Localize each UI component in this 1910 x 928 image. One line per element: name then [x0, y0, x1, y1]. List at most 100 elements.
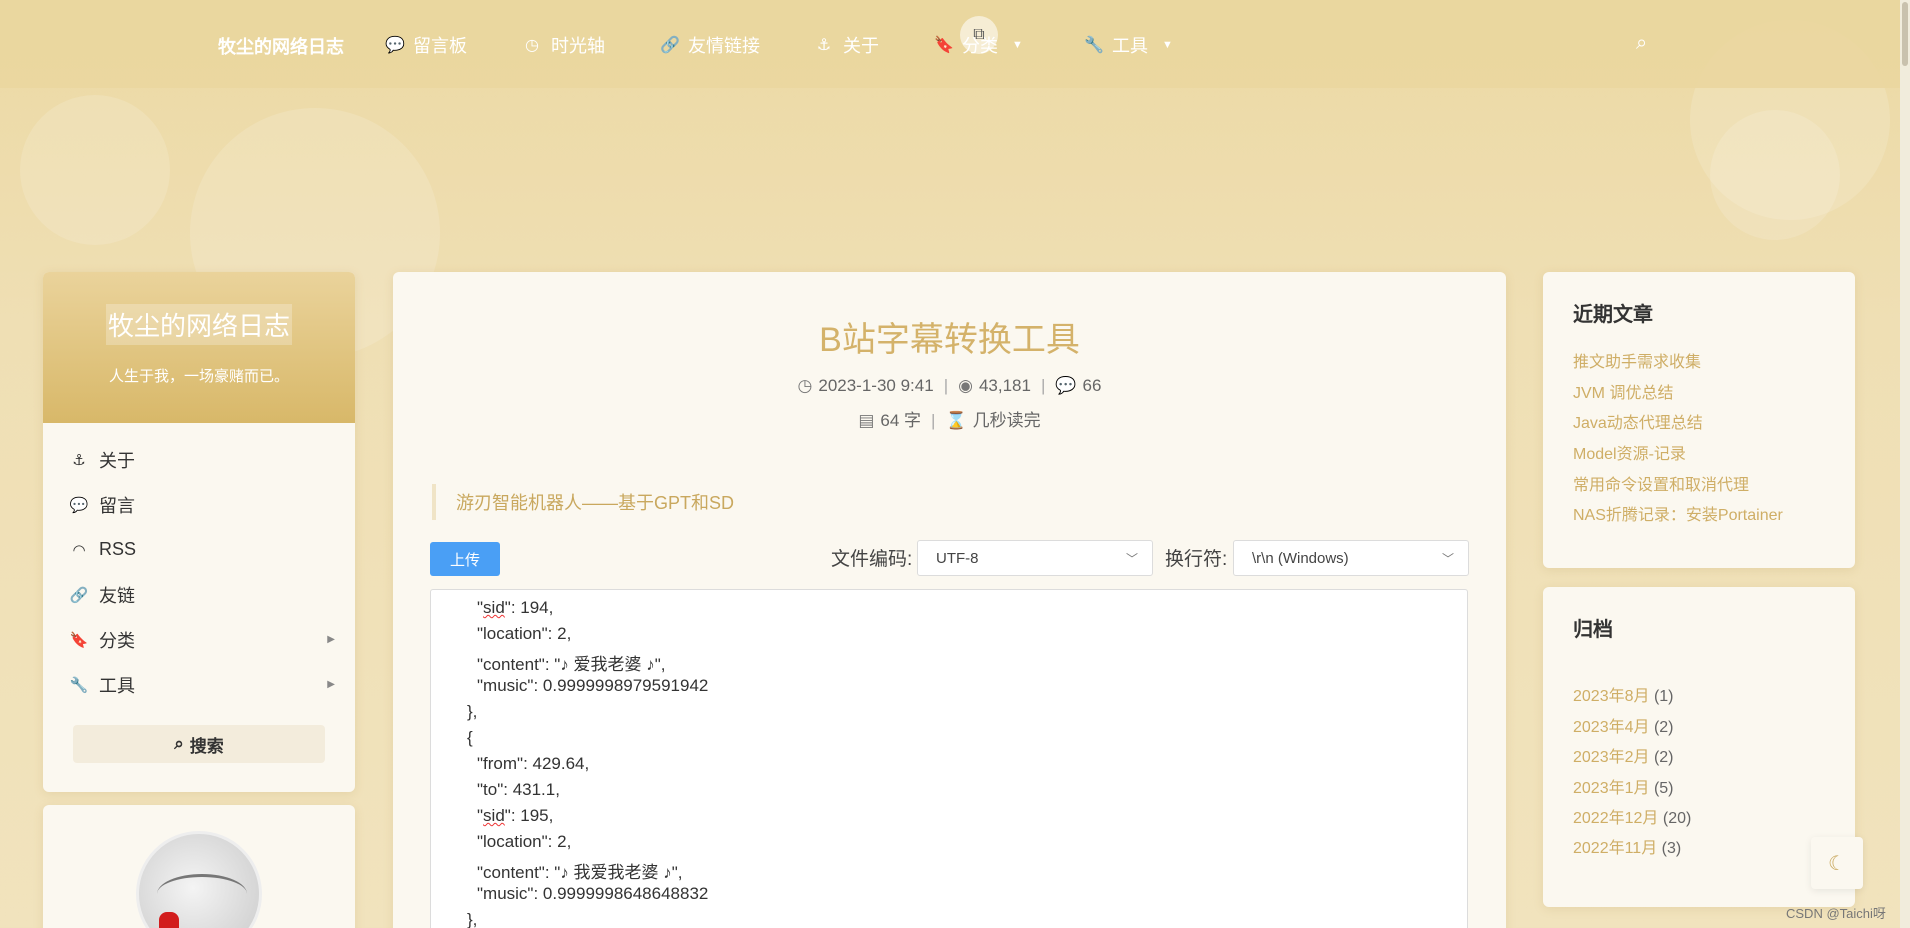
archive-count: (2) — [1653, 719, 1674, 736]
side-item-tools[interactable]: 🔧 工具 ▶ — [43, 662, 355, 707]
recent-post-link[interactable]: JVM 调优总结 — [1573, 379, 1673, 403]
nav-about[interactable]: ⚓ 关于 — [815, 32, 879, 58]
side-item-guestbook[interactable]: 💬 留言 — [43, 482, 355, 527]
comments-icon: 💬 — [1055, 376, 1077, 395]
side-item-label: 分类 — [99, 630, 135, 651]
profile-subtitle: 人生于我，一场豪赌而已。 — [108, 368, 289, 385]
archive-link[interactable]: 2023年2月 — [1573, 749, 1650, 766]
code-line: }, — [467, 910, 478, 928]
background-bubble — [20, 95, 170, 245]
search-icon[interactable]: ⌕ — [1636, 32, 1647, 55]
archive-item: 2022年12月 (20) — [1573, 804, 1691, 828]
meta-separator: | — [943, 376, 949, 395]
meta-separator: | — [1040, 376, 1046, 395]
hourglass-icon: ⌛ — [945, 411, 967, 430]
dark-mode-toggle-moon-icon[interactable]: ☾ — [1811, 837, 1863, 889]
comments-icon: 💬 — [385, 37, 405, 54]
archive-item: 2023年4月 (2) — [1573, 713, 1674, 737]
recent-post-link[interactable]: 常用命令设置和取消代理 — [1573, 471, 1749, 495]
code-line: "music": 0.9999998648648832 — [477, 884, 709, 903]
anchor-icon: ⚓ — [816, 37, 832, 54]
archive-count: (20) — [1662, 810, 1692, 827]
recent-post-link[interactable]: NAS折腾记录：安装Portainer — [1573, 501, 1783, 525]
side-item-about[interactable]: ⚓ 关于 — [43, 437, 355, 482]
side-item-category[interactable]: 🔖 分类 ▶ — [43, 617, 355, 662]
avatar-ink-art — [157, 874, 247, 914]
code-key: sid — [483, 806, 505, 825]
search-button[interactable]: ⌕ 搜索 — [73, 725, 325, 763]
page-scrollbar[interactable] — [1900, 0, 1910, 928]
nav-timeline[interactable]: ◷ 时光轴 — [523, 32, 605, 58]
wrench-icon: 🔧 — [1084, 37, 1104, 54]
archive-widget: 归档 2023年8月 (1) 2023年4月 (2) 2023年2月 (2) 2… — [1543, 587, 1855, 907]
subtitle-json-textarea[interactable]: "sid": 194, "location": 2, "content": "♪… — [430, 589, 1468, 928]
eye-icon: ◉ — [958, 376, 973, 395]
caret-right-icon: ▶ — [327, 634, 335, 645]
encoding-select[interactable]: UTF-8 ﹀ — [917, 540, 1153, 576]
archive-count: (3) — [1661, 840, 1682, 857]
rss-icon: ◠ — [72, 541, 86, 559]
nav-guestbook[interactable]: 💬 留言板 — [385, 32, 467, 58]
side-menu: ⚓ 关于 💬 留言 ◠ RSS 🔗 友链 🔖 分类 ▶ 🔧 工具 ▶ — [43, 423, 355, 707]
archive-link[interactable]: 2022年11月 — [1573, 840, 1657, 857]
avatar[interactable] — [136, 831, 262, 928]
code-rest: ": 194, — [504, 598, 554, 617]
post-comments[interactable]: 66 — [1083, 376, 1102, 395]
encoding-label: 文件编码: — [831, 549, 913, 570]
anchor-icon: ⚓ — [72, 451, 86, 469]
chevron-down-icon: ﹀ — [1441, 552, 1454, 566]
drag-drop-overlay-icon: ⧉ — [960, 16, 998, 54]
scrollbar-thumb[interactable] — [1902, 2, 1908, 66]
chevron-down-icon: ﹀ — [1125, 552, 1138, 566]
newline-select[interactable]: \r\n (Windows) ﹀ — [1233, 540, 1469, 576]
archive-link[interactable]: 2023年4月 — [1573, 719, 1650, 736]
archive-link[interactable]: 2023年1月 — [1573, 780, 1650, 797]
search-icon: ⌕ — [174, 734, 184, 753]
nav-tools[interactable]: 🔧 工具 ▼ — [1084, 32, 1173, 58]
nav-friend-links[interactable]: 🔗 友情链接 — [660, 32, 760, 58]
quote-link[interactable]: 游刃智能机器人——基于GPT和SD — [432, 484, 734, 520]
upload-button[interactable]: 上传 — [430, 542, 500, 576]
side-item-label: 友链 — [99, 585, 135, 606]
caret-down-icon: ▼ — [1012, 39, 1023, 51]
encoding-value: UTF-8 — [936, 549, 979, 567]
post-read-time: 几秒读完 — [972, 411, 1041, 430]
side-item-label: 关于 — [99, 450, 135, 471]
archive-count: (2) — [1653, 749, 1674, 766]
recent-post-link[interactable]: Java动态代理总结 — [1573, 409, 1703, 433]
code-rest: ": 195, — [504, 806, 554, 825]
search-button-label: 搜索 — [189, 736, 224, 756]
archive-item: 2023年1月 (5) — [1573, 774, 1674, 798]
link-icon: 🔗 — [69, 586, 89, 604]
archive-link[interactable]: 2022年12月 — [1573, 810, 1658, 827]
background-bubble — [1710, 110, 1840, 240]
side-item-label: RSS — [99, 539, 137, 559]
archive-link[interactable]: 2023年8月 — [1573, 688, 1650, 705]
side-item-label: 留言 — [99, 495, 135, 516]
post-views: 43,181 — [978, 376, 1031, 395]
word-file-icon: ▤ — [858, 411, 875, 430]
newline-value: \r\n (Windows) — [1252, 549, 1349, 567]
side-item-rss[interactable]: ◠ RSS — [43, 527, 355, 572]
caret-down-icon: ▼ — [1162, 39, 1173, 51]
code-line: "location": 2, — [477, 624, 572, 643]
recent-posts-widget: 近期文章 推文助手需求收集 JVM 调优总结 Java动态代理总结 Model资… — [1543, 272, 1855, 568]
code-key: sid — [483, 598, 505, 617]
bookmark-icon: 🔖 — [934, 37, 954, 54]
side-item-friend-links[interactable]: 🔗 友链 — [43, 572, 355, 617]
meta-separator: | — [931, 411, 936, 430]
avatar-card — [43, 805, 355, 928]
nav-label: 留言板 — [413, 36, 467, 56]
post-meta: ◷ 2023-1-30 9:41 | ◉ 43,181 | 💬 66 — [393, 376, 1506, 396]
site-brand[interactable]: 牧尘的网络日志 — [218, 33, 344, 59]
avatar-red-figure — [159, 912, 179, 928]
recent-post-link[interactable]: Model资源-记录 — [1573, 440, 1686, 464]
post-title: B站字幕转换工具 — [819, 321, 1080, 359]
link-icon: 🔗 — [660, 37, 680, 54]
nav-label: 友情链接 — [688, 36, 760, 56]
recent-post-link[interactable]: 推文助手需求收集 — [1573, 348, 1701, 372]
post-meta-secondary: ▤ 64 字 | ⌛ 几秒读完 — [393, 406, 1506, 431]
archive-item: 2022年11月 (3) — [1573, 834, 1681, 858]
article-card: B站字幕转换工具 ◷ 2023-1-30 9:41 | ◉ 43,181 | 💬 66 ▤ 64… — [393, 272, 1506, 928]
code-line: "location": 2, — [477, 832, 572, 851]
